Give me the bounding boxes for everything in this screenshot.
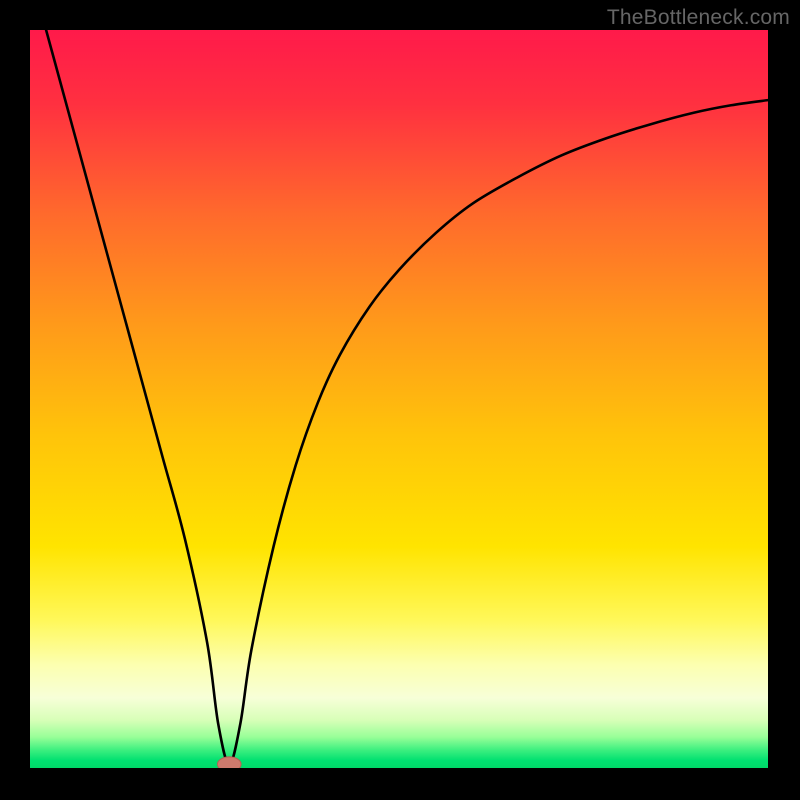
plot-area [30,30,768,768]
gradient-bg [30,30,768,768]
min-marker [217,757,241,768]
watermark: TheBottleneck.com [607,6,790,30]
chart-frame: TheBottleneck.com [0,0,800,800]
chart-svg [30,30,768,768]
